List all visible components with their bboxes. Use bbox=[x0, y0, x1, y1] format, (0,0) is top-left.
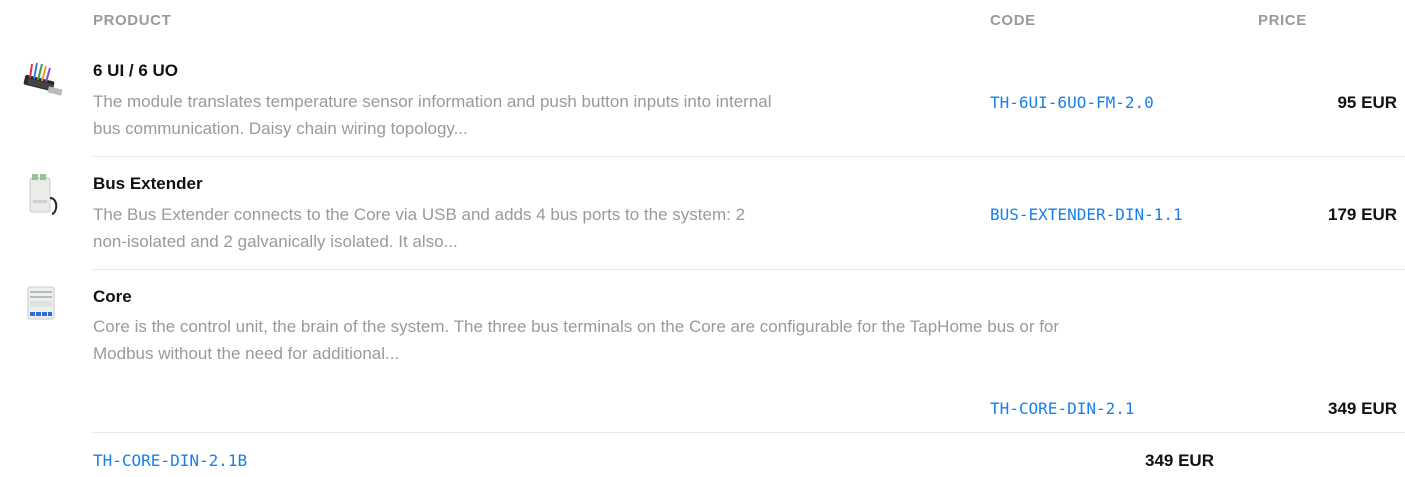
product-code-link[interactable]: TH-CORE-DIN-2.1 bbox=[990, 399, 1135, 418]
description-line: Modbus without the need for additional..… bbox=[93, 344, 400, 363]
product-code-link[interactable]: TH-CORE-DIN-2.1B bbox=[93, 451, 247, 470]
product-description: Core is the control unit, the brain of t… bbox=[93, 313, 1059, 367]
product-price: 349 EUR bbox=[1145, 451, 1214, 470]
product-row-core: Core Core is the control unit, the brain… bbox=[0, 0, 1405, 477]
core-image bbox=[27, 286, 55, 320]
product-price: 349 EUR bbox=[1328, 399, 1397, 418]
description-line: Core is the control unit, the brain of t… bbox=[93, 317, 1060, 336]
variant-divider bbox=[93, 432, 1405, 433]
product-title[interactable]: Core bbox=[93, 287, 132, 307]
